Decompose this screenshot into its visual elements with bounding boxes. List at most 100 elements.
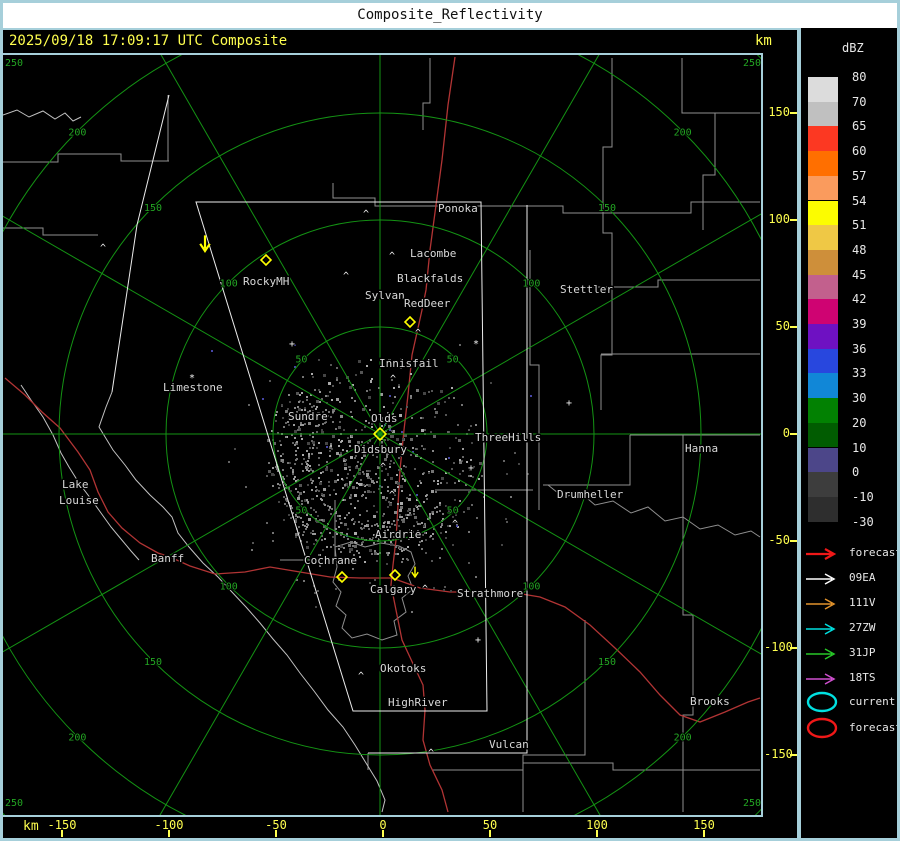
radar-application-window: Composite_Reflectivity 2025/09/18 17:09:… (0, 0, 900, 841)
colorbar-tick-label: 20 (852, 415, 867, 430)
radar-map-panel: 50 50 50 50 100 100 100 100 150 150 150 150 200 200 20… (3, 53, 763, 817)
legend-item: 09EA (805, 571, 876, 585)
place-label: RockyMH (243, 275, 289, 288)
colorbar-title: dBZ (842, 41, 864, 55)
place-label: Louise (59, 494, 99, 507)
legend-label: 27ZW (849, 621, 876, 634)
y-axis-tick (790, 112, 797, 114)
y-axis-tick (790, 647, 797, 649)
colorbar-block (808, 175, 838, 201)
colorbar-block (808, 101, 838, 127)
place-label: Okotoks (380, 662, 426, 675)
y-axis-tick-label: -100 (764, 640, 793, 654)
legend-arrow-icon (806, 623, 836, 635)
legend-item: forecast (805, 546, 900, 560)
range-label-200: 200 (68, 733, 86, 744)
station-caret-icon: ^ (415, 328, 421, 339)
range-label-150: 150 (144, 203, 162, 214)
station-caret-icon: ^ (389, 251, 395, 262)
range-label-200: 200 (68, 127, 86, 138)
colorbar-tick-label: 80 (852, 70, 867, 84)
colorbar-tick-label: 51 (852, 218, 867, 233)
x-axis-tick (703, 830, 705, 837)
place-label: Hanna (685, 442, 718, 455)
place-label: Banff (151, 552, 184, 565)
y-axis-tick-label: 150 (768, 105, 790, 119)
place-label: Drumheller (557, 488, 624, 501)
range-label-100: 100 (522, 279, 540, 290)
y-axis-tick-label: -150 (764, 747, 793, 761)
colorbar-tick-label: 0 (852, 465, 860, 480)
legend-label: 09EA (849, 571, 876, 584)
colorbar-tick-label: 30 (852, 391, 867, 406)
legend-item: 18TS (805, 671, 876, 685)
x-axis-tick (61, 830, 63, 837)
colorbar-block (808, 299, 838, 324)
station-plus-icon: + (475, 635, 481, 646)
window-title: Composite_Reflectivity (357, 7, 543, 23)
colorbar-block (808, 496, 838, 522)
radar-site-diamond-icon (259, 253, 273, 267)
range-label-50: 50 (447, 506, 459, 517)
place-label: Innisfail (379, 357, 439, 370)
y-axis-tick (790, 219, 797, 221)
colorbar-tick-label: 36 (852, 341, 867, 356)
x-axis-tick (275, 830, 277, 837)
place-label: Limestone (163, 381, 223, 394)
range-label-200: 200 (674, 733, 692, 744)
place-label: Didsbury (354, 443, 407, 456)
place-label: RedDeer (404, 297, 451, 310)
colorbar-tick-label: 10 (852, 440, 867, 455)
range-label-100: 100 (522, 581, 540, 592)
colorbar-block (808, 77, 838, 102)
station-asterisk-icon: * (473, 339, 479, 350)
station-caret-icon: ^ (380, 462, 386, 473)
legend-ellipse-icon (806, 691, 838, 713)
y-axis-tick (790, 433, 797, 435)
colorbar-tick-label: 33 (852, 366, 867, 381)
colorbar-block (808, 373, 838, 399)
place-label: Ponoka (438, 202, 478, 215)
colorbar-block (808, 447, 838, 473)
colorbar-block (808, 249, 838, 275)
range-label-250: 250 (743, 798, 761, 809)
station-caret-icon: ^ (100, 243, 106, 254)
colorbar-tick-label: 48 (852, 242, 867, 257)
y-axis-tick-label: 100 (768, 212, 790, 226)
y-axis-tick-label: 0 (782, 426, 790, 440)
y-axis-tick (790, 754, 797, 756)
colorbar-block (808, 422, 838, 448)
place-label: Airdrie (375, 528, 421, 541)
place-label: Calgary (370, 583, 417, 596)
place-label: Lake (62, 478, 89, 491)
range-label-150: 150 (598, 203, 616, 214)
place-label: Lacombe (410, 247, 456, 260)
radar-site-diamond-icon (403, 315, 417, 329)
colorbar-block (808, 151, 838, 176)
colorbar-block (808, 398, 838, 423)
range-label-200: 200 (674, 127, 692, 138)
range-label-50: 50 (447, 354, 459, 365)
legend-ellipse-icon (806, 717, 838, 739)
x-axis-tick (382, 830, 384, 837)
range-label-250: 250 (743, 58, 761, 69)
colorbar-end-label: -30 (852, 514, 874, 529)
range-label-100: 100 (220, 279, 238, 290)
place-label: HighRiver (388, 696, 448, 709)
range-label-250: 250 (5, 798, 23, 809)
station-plus-icon: + (566, 398, 572, 409)
colorbar-tick-label: 60 (852, 144, 867, 159)
place-label: Olds (371, 412, 398, 425)
colorbar-block (808, 200, 838, 226)
colorbar-block (808, 274, 838, 300)
window-title-bar: Composite_Reflectivity (3, 3, 897, 30)
station-caret-icon: ^ (358, 671, 364, 682)
place-label: Vulcan (489, 738, 529, 751)
x-axis-tick (596, 830, 598, 837)
colorbar-tick-label: 70 (852, 94, 867, 109)
place-label: Sylvan (365, 289, 405, 302)
radar-map: 50 50 50 50 100 100 100 100 150 150 150 150 200 200 20… (3, 55, 761, 815)
legend-item: current (805, 691, 895, 713)
legend-item: 31JP (805, 646, 876, 660)
station-caret-icon: ^ (390, 374, 396, 385)
